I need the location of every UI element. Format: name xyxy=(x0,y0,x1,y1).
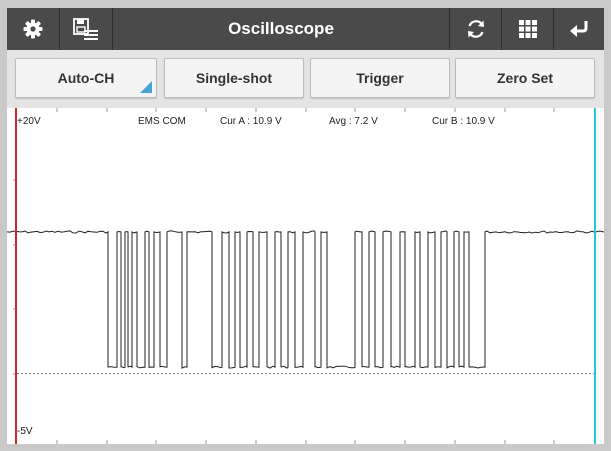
return-icon xyxy=(569,21,587,37)
gear-icon xyxy=(23,19,43,39)
dropdown-corner-icon xyxy=(140,81,152,93)
app-frame: Oscilloscope Auto-CH Single-shot Trigger… xyxy=(7,8,604,444)
return-button[interactable] xyxy=(553,8,604,50)
channel-label: EMS COM xyxy=(138,116,186,127)
y-bottom-label: -5V xyxy=(17,426,33,437)
scope-display[interactable]: +20V EMS COM Cur A : 10.9 V Avg : 7.2 V … xyxy=(7,108,604,444)
toolbar: Auto-CH Single-shot Trigger Zero Set xyxy=(7,50,604,108)
avg-readout: Avg : 7.2 V xyxy=(329,116,378,127)
single-shot-label: Single-shot xyxy=(195,70,273,86)
refresh-button[interactable] xyxy=(449,8,501,50)
trigger-button[interactable]: Trigger xyxy=(310,58,450,98)
single-shot-button[interactable]: Single-shot xyxy=(164,58,304,98)
cursor-a-readout: Cur A : 10.9 V xyxy=(220,116,282,127)
zero-set-button[interactable]: Zero Set xyxy=(455,58,595,98)
scope-plot[interactable] xyxy=(7,108,604,444)
save-list-button[interactable] xyxy=(60,8,113,50)
settings-button[interactable] xyxy=(7,8,60,50)
trigger-label: Trigger xyxy=(356,70,404,86)
refresh-icon xyxy=(467,20,484,38)
y-top-label: +20V xyxy=(17,116,41,127)
grid-icon xyxy=(518,20,537,38)
cursor-b-readout: Cur B : 10.9 V xyxy=(432,116,495,127)
auto-ch-label: Auto-CH xyxy=(57,70,115,86)
auto-ch-button[interactable]: Auto-CH xyxy=(15,58,157,98)
title-bar: Oscilloscope xyxy=(7,8,604,50)
zero-set-label: Zero Set xyxy=(496,70,553,86)
signal-trace xyxy=(7,230,604,369)
scope-ticks xyxy=(13,108,555,444)
grid-button[interactable] xyxy=(501,8,553,50)
save-list-icon xyxy=(73,18,98,40)
window-title: Oscilloscope xyxy=(228,19,334,38)
